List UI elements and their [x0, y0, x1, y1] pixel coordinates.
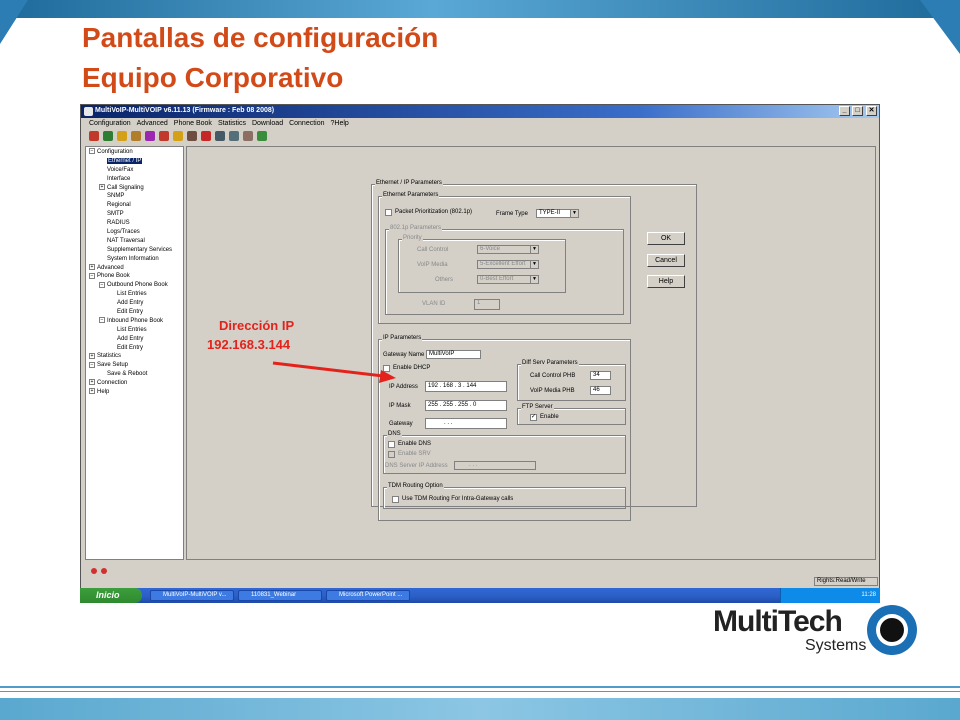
multitech-logo: MultiTech Systems: [713, 605, 917, 655]
bottom-line: [0, 691, 960, 692]
logo-circle-icon: [867, 605, 917, 655]
logo-multi: Multi: [713, 605, 779, 638]
bottom-line: [0, 686, 960, 688]
logo-systems: Systems: [805, 637, 867, 654]
bottom-accent-bar: [0, 698, 960, 720]
logo-tech: Tech: [777, 605, 843, 638]
